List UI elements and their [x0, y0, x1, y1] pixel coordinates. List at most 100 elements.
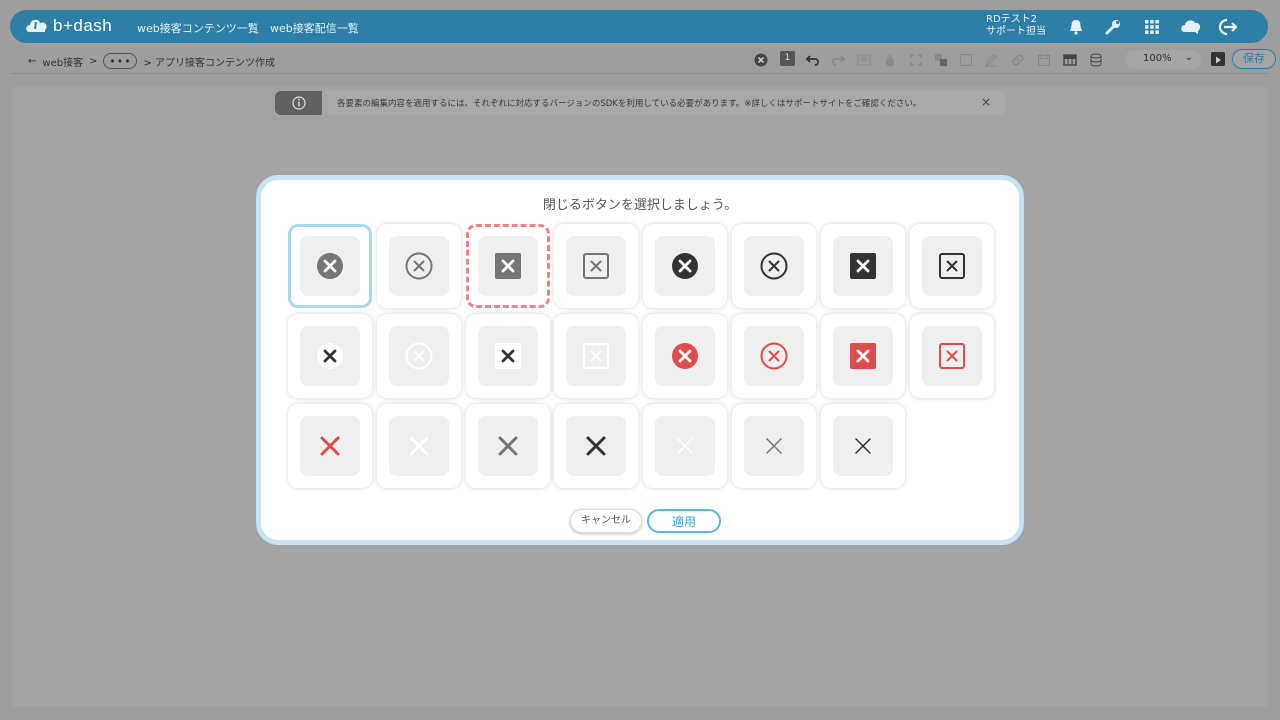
- apply-button[interactable]: 適用: [647, 509, 721, 533]
- database-icon[interactable]: [1088, 52, 1104, 68]
- checkbox-icon[interactable]: [958, 52, 974, 68]
- app-header: b+dash web接客コンテンツ一覧 web接客配信一覧 RDテスト2 サポー…: [10, 10, 1268, 43]
- chat-cloud-icon[interactable]: [1180, 18, 1202, 36]
- logo[interactable]: b+dash: [24, 16, 112, 36]
- breadcrumb-separator: >: [89, 55, 98, 67]
- close-x-icon: [405, 252, 433, 280]
- sdk-notice-banner: 各要素の編集内容を適用するには、それぞれに対応するバージョンのSDKを利用してい…: [275, 91, 1005, 115]
- notice-close-icon[interactable]: ×: [981, 95, 991, 109]
- redo-icon[interactable]: [830, 52, 846, 68]
- close-x-icon: [317, 343, 343, 369]
- option-preview: [477, 326, 538, 386]
- info-icon: [292, 96, 306, 110]
- pen-icon[interactable]: [983, 52, 999, 68]
- option-preview: [566, 416, 627, 476]
- option-preview: [921, 326, 982, 386]
- save-button[interactable]: 保存: [1232, 49, 1276, 69]
- drop-icon[interactable]: [882, 52, 898, 68]
- close-style-option[interactable]: [554, 404, 639, 488]
- preview-play-button[interactable]: [1211, 52, 1225, 66]
- close-x-icon: [672, 343, 699, 369]
- breadcrumb-current: > アプリ接客コンテンツ作成: [143, 57, 276, 69]
- option-preview: [655, 416, 716, 476]
- close-style-option[interactable]: [820, 224, 905, 308]
- close-style-option[interactable]: [376, 224, 461, 308]
- close-style-option[interactable]: [820, 314, 905, 398]
- logout-icon[interactable]: [1219, 18, 1239, 36]
- close-style-option[interactable]: [732, 314, 816, 398]
- close-x-icon: [583, 343, 610, 369]
- close-x-icon: [760, 342, 788, 370]
- apps-grid-icon[interactable]: [1143, 18, 1161, 36]
- close-style-option[interactable]: [732, 404, 816, 488]
- link-icon[interactable]: [1010, 52, 1026, 68]
- option-preview: [744, 236, 804, 296]
- close-style-option[interactable]: [643, 404, 728, 488]
- close-x-icon: [938, 253, 965, 279]
- close-x-icon: [766, 438, 782, 454]
- close-x-icon: [849, 253, 876, 279]
- option-preview: [832, 326, 893, 386]
- close-x-icon: [760, 252, 788, 280]
- group-icon[interactable]: [933, 52, 949, 68]
- bell-icon[interactable]: [1067, 18, 1085, 36]
- user-role: サポート担当: [986, 26, 1046, 37]
- close-style-option[interactable]: [376, 314, 461, 398]
- close-style-option[interactable]: [554, 224, 639, 308]
- close-style-option[interactable]: [376, 404, 461, 488]
- close-circle-icon[interactable]: [753, 52, 769, 68]
- close-style-option[interactable]: [909, 314, 994, 398]
- option-preview: [388, 326, 449, 386]
- user-info[interactable]: RDテスト2 サポート担当: [986, 14, 1046, 38]
- image-icon[interactable]: [856, 52, 872, 68]
- option-preview: [300, 236, 360, 296]
- undo-icon[interactable]: [805, 52, 821, 68]
- close-x-icon: [409, 436, 429, 456]
- option-preview: [921, 236, 982, 296]
- back-arrow-icon[interactable]: ←: [28, 56, 36, 67]
- close-style-option[interactable]: [554, 314, 639, 398]
- close-style-option[interactable]: [288, 314, 372, 398]
- close-style-option[interactable]: [465, 404, 550, 488]
- option-preview: [566, 236, 627, 296]
- close-x-icon: [938, 343, 965, 369]
- option-preview: [477, 416, 538, 476]
- zoom-select[interactable]: 100% ⌄: [1125, 50, 1201, 69]
- close-style-option[interactable]: [288, 404, 372, 488]
- wrench-icon[interactable]: [1104, 18, 1122, 36]
- close-x-icon: [677, 438, 693, 454]
- close-x-icon: [849, 343, 876, 369]
- nav-web-delivery-list[interactable]: web接客配信一覧: [270, 20, 359, 36]
- close-x-icon: [498, 436, 518, 456]
- logo-cloud-icon: [26, 19, 47, 32]
- close-x-icon: [494, 343, 521, 369]
- close-style-option[interactable]: [820, 404, 905, 488]
- logo-text: b+dash: [53, 16, 113, 35]
- close-style-option[interactable]: [643, 224, 728, 308]
- close-style-option[interactable]: [465, 314, 550, 398]
- close-style-option[interactable]: [909, 224, 994, 308]
- close-style-option[interactable]: [643, 314, 728, 398]
- option-preview: [655, 326, 716, 386]
- option-preview: [832, 236, 893, 296]
- layer-badge[interactable]: 1: [780, 51, 795, 66]
- option-preview: [566, 326, 627, 386]
- breadcrumb-more-button[interactable]: •••: [103, 53, 138, 69]
- close-style-option[interactable]: [465, 224, 550, 308]
- option-preview: [744, 416, 804, 476]
- close-style-option[interactable]: [732, 224, 816, 308]
- play-icon: [1216, 56, 1221, 64]
- close-x-icon: [317, 253, 343, 279]
- close-style-option[interactable]: [288, 224, 372, 308]
- breadcrumb-root[interactable]: web接客: [42, 54, 83, 69]
- calendar-icon[interactable]: [1036, 52, 1052, 68]
- notice-icon-box: [275, 91, 322, 115]
- dialog-title: 閉じるボタンを選択しましょう。: [542, 198, 738, 213]
- option-preview: [300, 416, 360, 476]
- nav-web-content-list[interactable]: web接客コンテンツ一覧: [137, 20, 259, 36]
- expand-icon[interactable]: [908, 52, 924, 68]
- cancel-button[interactable]: キャンセル: [570, 509, 642, 533]
- user-org: RDテスト2: [986, 14, 1038, 25]
- option-preview: [388, 416, 449, 476]
- table-icon[interactable]: [1062, 52, 1078, 68]
